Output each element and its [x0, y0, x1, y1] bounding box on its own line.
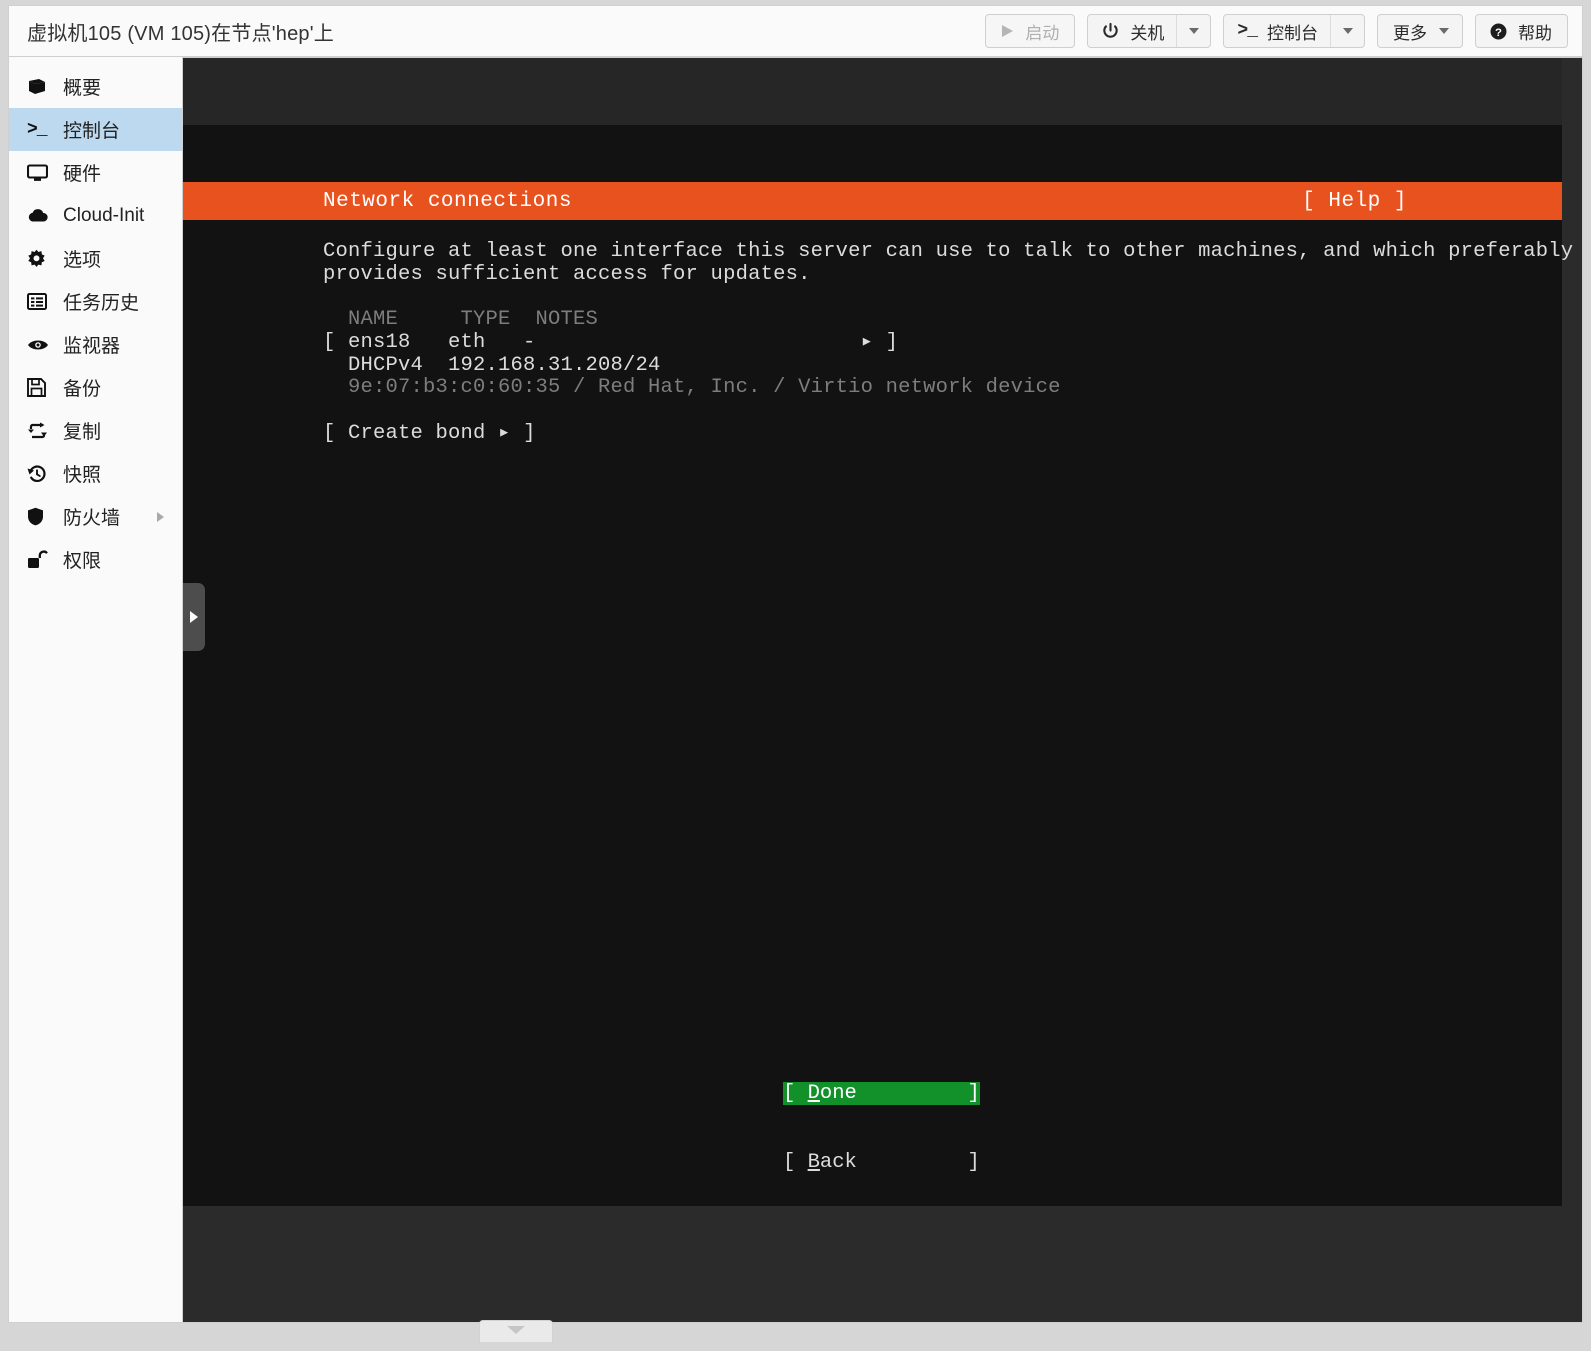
eye-icon [27, 335, 53, 355]
terminal-prompt-icon: >_ [1237, 21, 1258, 41]
help-button-label: 帮助 [1518, 23, 1552, 43]
back-bracket-open: [ [783, 1150, 808, 1174]
shield-icon [27, 507, 53, 527]
sidebar-item-label: 权限 [63, 551, 102, 572]
more-button-label: 更多 [1393, 23, 1427, 43]
console-dropdown-toggle[interactable] [1330, 15, 1364, 47]
installer-help-button[interactable]: [ Help ] [1302, 190, 1407, 213]
page-header: 虚拟机105 (VM 105)在节点'hep'上 启动 关机 >_ 控制台 更多… [8, 5, 1583, 57]
sidebar-item-snapshots[interactable]: 快照 [9, 452, 182, 495]
installer-description-line: Configure at least one interface this se… [323, 240, 1574, 263]
chevron-down-icon [507, 1326, 525, 1334]
console-button-label: 控制台 [1267, 23, 1318, 43]
installer-header-bar: Network connections [ Help ] [183, 182, 1562, 220]
sidebar-item-label: 防火墙 [63, 508, 121, 529]
chevron-right-icon [190, 611, 198, 623]
sidebar-item-label: 复制 [63, 422, 102, 443]
interface-table-header: NAME TYPE NOTES [323, 308, 599, 332]
back-button-row: [ Back ] [783, 1151, 980, 1175]
back-button[interactable]: [ Back ] [783, 1151, 980, 1174]
back-label-rest: ack [819, 1150, 857, 1174]
sidebar-item-permissions[interactable]: 权限 [9, 538, 182, 581]
interface-row-ens18[interactable]: [ ens18 eth - ▸ ] [183, 331, 1562, 355]
list-icon [27, 292, 53, 312]
unlock-icon [27, 550, 53, 570]
installer-button-stack: [ Done ] [ Back ] [783, 1038, 980, 1220]
sidebar-item-summary[interactable]: 概要 [9, 65, 182, 108]
expand-sidebar-handle[interactable] [183, 583, 205, 651]
vnc-letterbox-bottom [183, 1206, 1562, 1322]
vnc-screen[interactable]: Network connections [ Help ] Configure a… [183, 58, 1574, 1322]
book-icon [27, 77, 53, 97]
chevron-down-icon [1342, 28, 1353, 34]
bottom-strip [8, 1323, 1583, 1343]
sidebar-item-label: 控制台 [63, 121, 121, 142]
sidebar-item-label: 备份 [63, 379, 102, 400]
history-clock-icon [27, 464, 53, 484]
sidebar-item-hardware[interactable]: 硬件 [9, 151, 182, 194]
done-accel-key: D [807, 1082, 820, 1106]
done-label-rest: one [819, 1082, 857, 1106]
done-pad [857, 1082, 968, 1105]
sidebar-item-cloud-init[interactable]: Cloud-Init [9, 194, 182, 237]
sidebar: 概要 >_ 控制台 硬件 Cloud-Init 选项 任务历史 监视器 备份 复… [8, 57, 183, 1323]
interface-address-ens18: DHCPv4 192.168.31.208/24 [323, 353, 661, 377]
sidebar-item-task-history[interactable]: 任务历史 [9, 280, 182, 323]
page-title: 虚拟机105 (VM 105)在节点'hep'上 [27, 22, 334, 45]
sidebar-item-label: 硬件 [63, 164, 102, 185]
proxmox-vm-console-page: 虚拟机105 (VM 105)在节点'hep'上 启动 关机 >_ 控制台 更多… [0, 0, 1591, 1351]
start-button-label: 启动 [1025, 23, 1060, 43]
power-icon [1101, 22, 1120, 41]
shutdown-button-label: 关机 [1130, 23, 1165, 43]
svg-text:?: ? [1495, 26, 1502, 38]
chevron-down-icon [1188, 28, 1199, 34]
back-bracket-close: ] [967, 1150, 980, 1174]
help-button[interactable]: ? 帮助 [1475, 14, 1568, 48]
console-panel: Network connections [ Help ] Configure a… [183, 57, 1583, 1323]
back-accel-key: B [807, 1150, 820, 1174]
play-icon [999, 23, 1015, 39]
sidebar-item-label: 快照 [63, 465, 102, 486]
create-bond-button[interactable]: [ Create bond ▸ ] [183, 422, 1562, 446]
done-button-row: [ Done ] [783, 1082, 980, 1106]
question-circle-icon: ? [1489, 22, 1508, 41]
sidebar-item-console[interactable]: >_ 控制台 [9, 108, 182, 151]
sidebar-item-label: 选项 [63, 250, 102, 271]
sidebar-item-label: 监视器 [63, 336, 121, 357]
sidebar-item-options[interactable]: 选项 [9, 237, 182, 280]
gear-icon [27, 249, 53, 269]
shutdown-button[interactable]: 关机 [1087, 14, 1212, 48]
back-pad [857, 1151, 968, 1174]
sidebar-item-firewall[interactable]: 防火墙 [9, 495, 182, 538]
monitor-icon [27, 163, 53, 183]
installer-description-line: provides sufficient access for updates. [323, 262, 811, 286]
sidebar-item-label: 概要 [63, 78, 102, 99]
sidebar-item-label: 任务历史 [63, 293, 140, 314]
chevron-down-icon [1439, 28, 1449, 34]
header-actions: 启动 关机 >_ 控制台 更多 ? 帮助 [985, 14, 1568, 48]
chevron-right-icon [157, 511, 164, 522]
replicate-icon [27, 421, 53, 441]
installer-title: Network connections [323, 189, 572, 213]
sidebar-item-backup[interactable]: 备份 [9, 366, 182, 409]
sidebar-item-monitor[interactable]: 监视器 [9, 323, 182, 366]
done-bracket-open: [ [783, 1082, 808, 1106]
terminal-top-padding [183, 58, 1562, 125]
floppy-disk-icon [27, 378, 53, 398]
collapse-panel-handle[interactable] [479, 1320, 553, 1342]
sidebar-item-replication[interactable]: 复制 [9, 409, 182, 452]
interface-hardware-ens18: 9e:07:b3:c0:60:35 / Red Hat, Inc. / Virt… [323, 376, 1061, 400]
terminal-gap [183, 125, 1562, 182]
cloud-icon [27, 206, 53, 226]
done-button[interactable]: [ Done ] [783, 1082, 980, 1106]
start-button[interactable]: 启动 [985, 14, 1076, 48]
console-button[interactable]: >_ 控制台 [1223, 14, 1365, 48]
sidebar-item-label: Cloud-Init [63, 204, 145, 226]
terminal-prompt-icon: >_ [27, 119, 48, 140]
shutdown-dropdown-toggle[interactable] [1176, 15, 1210, 47]
more-button[interactable]: 更多 [1377, 14, 1463, 48]
done-bracket-close: ] [967, 1082, 980, 1106]
